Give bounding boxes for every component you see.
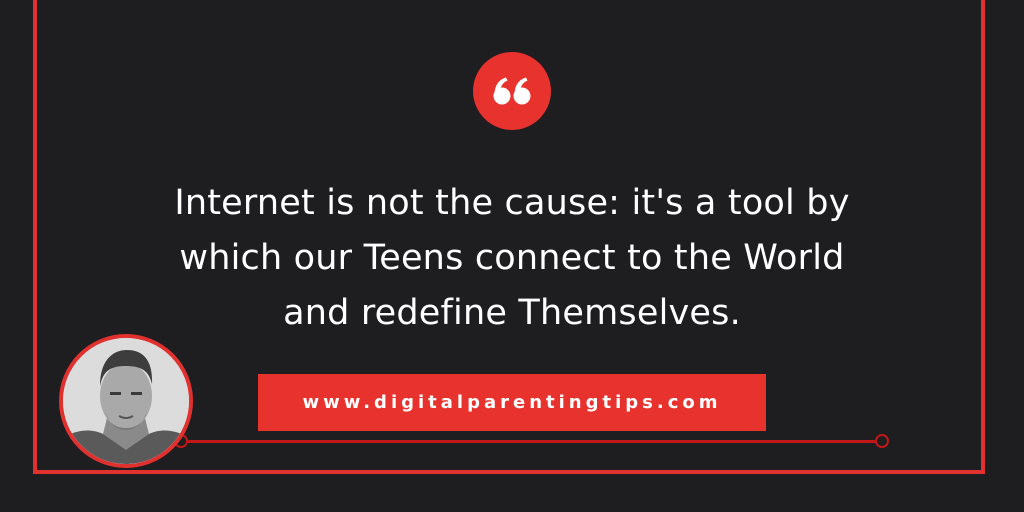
quote-line-2: which our Teens connect to the World: [179, 238, 845, 278]
author-portrait: [63, 338, 189, 464]
quote-text: Internet is not the cause: it's a tool b…: [112, 176, 912, 341]
author-avatar: [59, 334, 193, 468]
line-end-dot: [875, 434, 889, 448]
quotation-mark-icon: [493, 77, 531, 105]
quote-line-3: and redefine Themselves.: [283, 293, 741, 333]
decorative-line: [185, 440, 876, 443]
website-url-banner[interactable]: www.digitalparentingtips.com: [258, 374, 766, 431]
quote-badge: [473, 52, 551, 130]
quote-line-1: Internet is not the cause: it's a tool b…: [174, 183, 850, 223]
